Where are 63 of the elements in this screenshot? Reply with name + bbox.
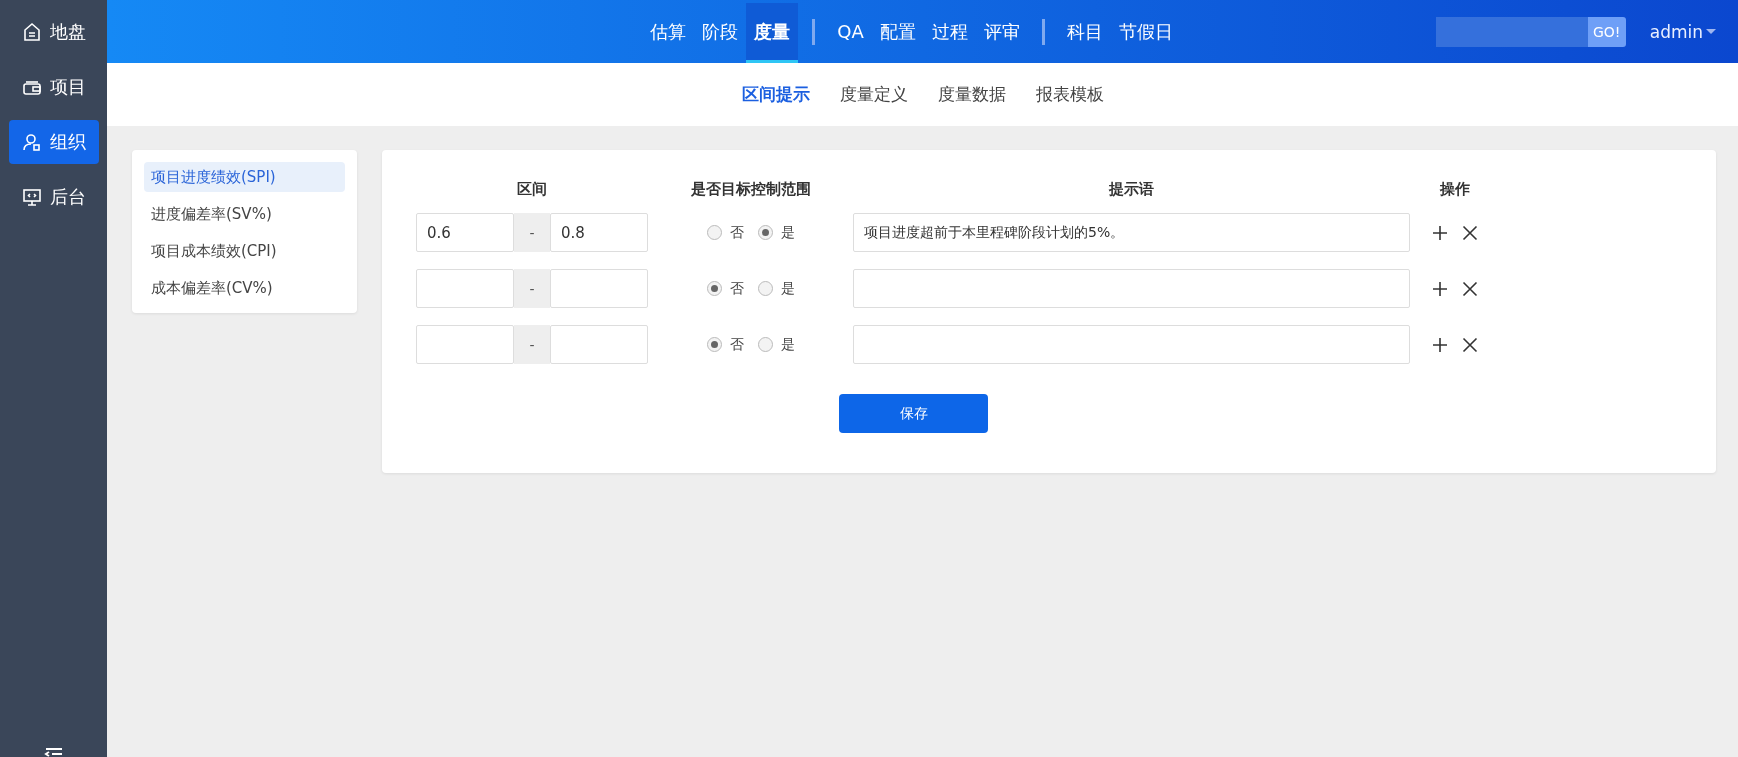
sub-tab[interactable]: 区间提示	[741, 83, 810, 106]
range-start-field[interactable]: 0.6	[416, 213, 514, 252]
save-button[interactable]: 保存	[839, 394, 988, 433]
radio-label: 是	[780, 335, 795, 354]
range-end-field[interactable]	[550, 269, 648, 308]
sub-tab[interactable]: 度量数据	[937, 83, 1006, 106]
sidebar-item[interactable]: 后台	[8, 175, 99, 219]
range-start-field[interactable]	[416, 325, 514, 364]
sub-tab[interactable]: 度量定义	[839, 83, 908, 106]
nav-link[interactable]: 科目	[1058, 0, 1111, 63]
nav-link[interactable]: 估算	[642, 0, 695, 63]
column-header: 提示语	[1108, 180, 1155, 199]
nav-link[interactable]: 配置	[871, 0, 924, 63]
hint-field[interactable]	[853, 269, 1410, 308]
radio-button[interactable]	[706, 337, 722, 352]
add-icon[interactable]	[1432, 280, 1448, 297]
home-icon	[21, 22, 42, 42]
metric-item[interactable]: 成本偏差率(CV%)	[144, 273, 345, 303]
range-separator: -	[514, 325, 550, 364]
metric-item[interactable]: 进度偏差率(SV%)	[144, 199, 345, 229]
caret-icon	[1706, 28, 1716, 35]
radio-label: 是	[780, 279, 795, 298]
range-separator: -	[514, 269, 550, 308]
radio-label: 否	[729, 279, 744, 298]
range-separator: -	[514, 213, 550, 252]
menu-collapse-icon[interactable]	[43, 747, 64, 757]
nav-link[interactable]: 度量	[746, 0, 799, 63]
radio-label: 是	[780, 223, 795, 242]
column-header: 是否目标控制范围	[689, 180, 812, 199]
nav-link[interactable]: 过程	[923, 0, 976, 63]
close-icon[interactable]	[1462, 280, 1478, 297]
nav-link[interactable]: 阶段	[694, 0, 747, 63]
add-icon[interactable]	[1432, 224, 1448, 241]
range-start-field[interactable]	[416, 269, 514, 308]
hint-field[interactable]	[853, 325, 1410, 364]
sub-tab[interactable]: 报表模板	[1035, 83, 1104, 106]
sidebar-item[interactable]: 项目	[8, 65, 99, 109]
nav-link[interactable]: 节假日	[1110, 0, 1181, 63]
nav-link[interactable]: QA	[829, 0, 872, 63]
radio-button[interactable]	[757, 225, 773, 240]
radio-button[interactable]	[757, 337, 773, 352]
sidebar-item[interactable]: 组织	[8, 120, 99, 164]
radio-button[interactable]	[706, 281, 722, 296]
user-icon	[21, 132, 42, 152]
hint-field[interactable]: 项目进度超前于本里程碑阶段计划的5%。	[853, 213, 1410, 252]
close-icon[interactable]	[1462, 336, 1478, 353]
range-end-field[interactable]: 0.8	[550, 213, 648, 252]
metric-item[interactable]: 项目成本绩效(CPI)	[144, 236, 345, 266]
range-end-field[interactable]	[550, 325, 648, 364]
add-icon[interactable]	[1432, 336, 1448, 353]
close-icon[interactable]	[1462, 224, 1478, 241]
column-header: 区间	[516, 180, 548, 199]
radio-button[interactable]	[706, 225, 722, 240]
radio-label: 否	[729, 223, 744, 242]
monitor-icon	[21, 187, 42, 207]
metric-item[interactable]: 项目进度绩效(SPI)	[144, 162, 345, 192]
sidebar-item[interactable]: 地盘	[8, 10, 99, 54]
column-header: 操作	[1439, 180, 1471, 199]
radio-button[interactable]	[757, 281, 773, 296]
user-menu[interactable]: admin	[1649, 21, 1716, 42]
nav-link[interactable]: 评审	[975, 0, 1028, 63]
search-field[interactable]	[1435, 16, 1588, 47]
radio-label: 否	[729, 335, 744, 354]
